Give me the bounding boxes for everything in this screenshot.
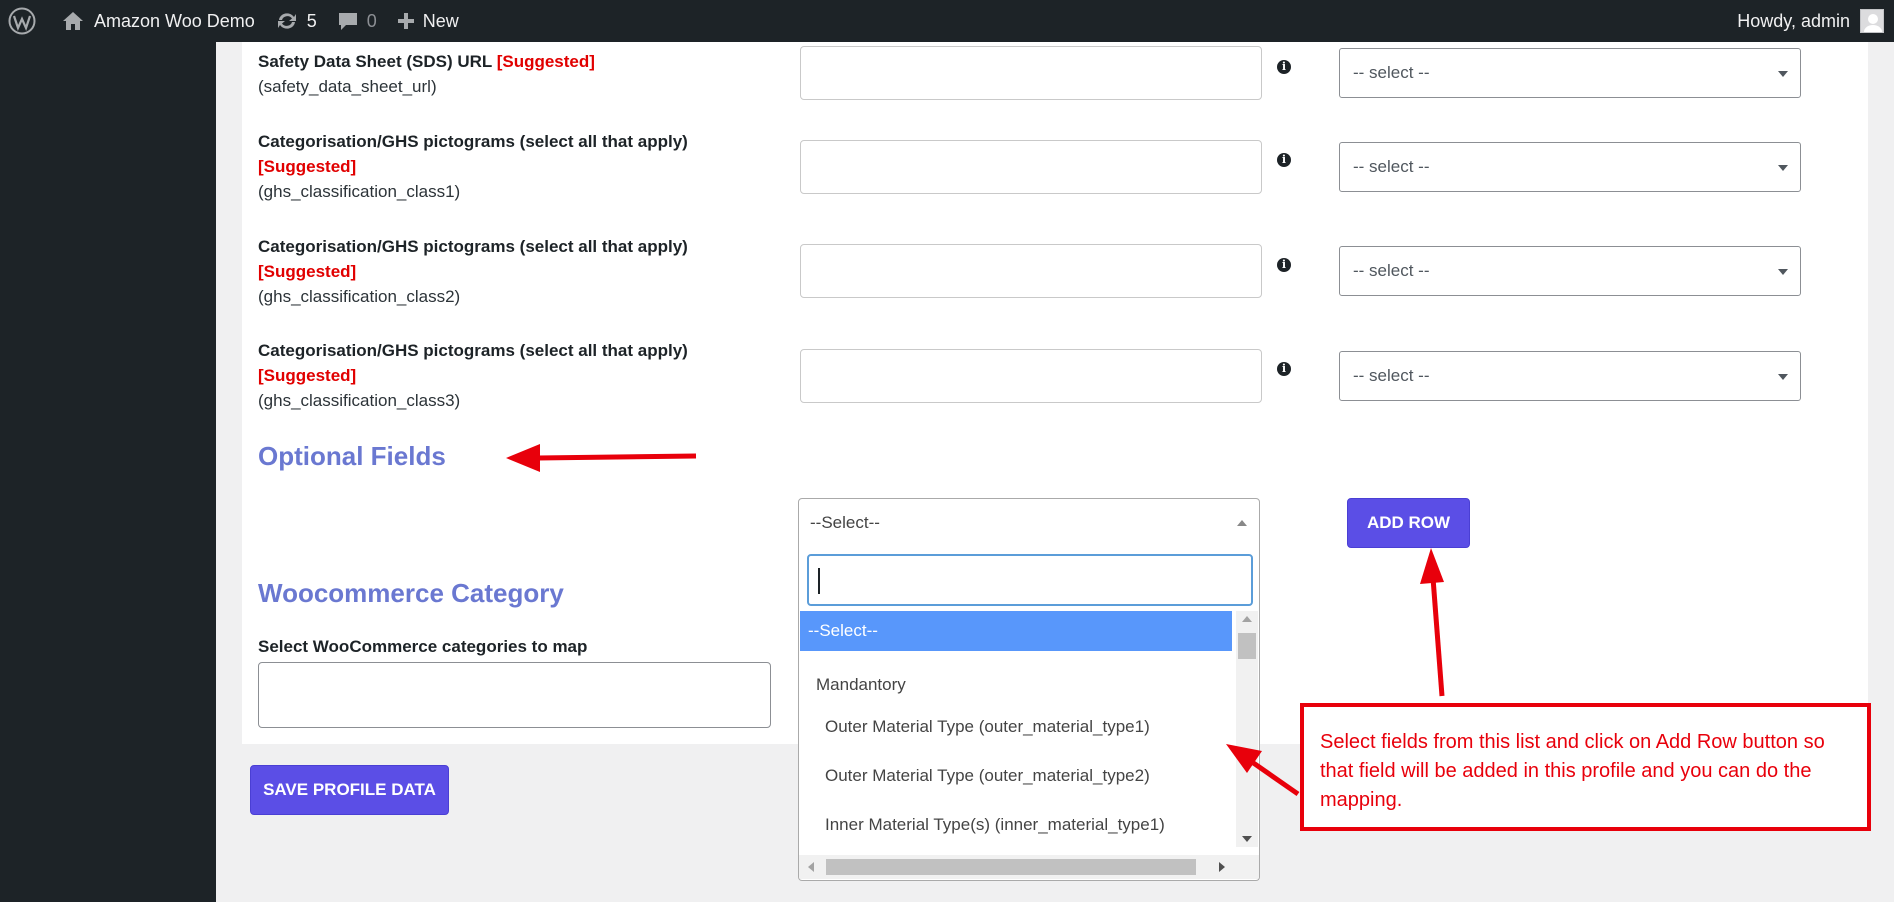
dropdown-search-input[interactable]: [807, 554, 1253, 606]
add-row-button[interactable]: ADD ROW: [1347, 498, 1470, 548]
field-value-input[interactable]: [800, 244, 1262, 298]
field-row: Safety Data Sheet (SDS) URL [Suggested] …: [258, 49, 595, 99]
info-icon[interactable]: i: [1277, 258, 1291, 272]
dropdown-horizontal-scrollbar[interactable]: [799, 855, 1259, 879]
new-label: New: [422, 10, 459, 31]
field-title: Categorisation/GHS pictograms (select al…: [258, 132, 688, 151]
dropdown-options: --Select-- Mandantory Outer Material Typ…: [800, 611, 1232, 849]
scroll-down-icon[interactable]: [1242, 836, 1252, 842]
save-profile-button[interactable]: SAVE PROFILE DATA: [250, 765, 449, 815]
new-content-link[interactable]: New: [387, 0, 469, 42]
info-icon[interactable]: i: [1277, 362, 1291, 376]
updates-count: 5: [306, 10, 317, 31]
avatar: [1860, 9, 1884, 33]
field-row: Categorisation/GHS pictograms (select al…: [258, 338, 688, 413]
optional-fields-heading: Optional Fields: [258, 441, 446, 471]
dropdown-option-selected[interactable]: --Select--: [800, 611, 1232, 651]
field-title: Categorisation/GHS pictograms (select al…: [258, 237, 688, 256]
updates-link[interactable]: 5: [265, 0, 327, 42]
dropdown-vertical-scrollbar[interactable]: [1236, 611, 1258, 847]
info-icon[interactable]: i: [1277, 153, 1291, 167]
site-name: Amazon Woo Demo: [94, 10, 255, 31]
suggested-badge: [Suggested]: [258, 366, 357, 385]
field-key: (safety_data_sheet_url): [258, 77, 437, 96]
field-title: Safety Data Sheet (SDS) URL: [258, 52, 492, 71]
woo-category-input[interactable]: [258, 662, 771, 728]
info-icon[interactable]: i: [1277, 60, 1291, 74]
comment-icon: [338, 13, 357, 30]
my-account[interactable]: Howdy, admin: [1737, 0, 1884, 42]
admin-bar: Amazon Woo Demo 5 0 New Howdy, admin: [0, 0, 1894, 42]
field-mapping-select[interactable]: -- select --: [1339, 48, 1801, 98]
field-key: (ghs_classification_class2): [258, 287, 461, 306]
updates-icon: [277, 13, 296, 29]
woo-category-label: Select WooCommerce categories to map: [258, 637, 588, 656]
wordpress-icon: [8, 7, 36, 35]
optional-field-select[interactable]: --Select--: [798, 498, 1260, 548]
scroll-left-icon[interactable]: [808, 862, 814, 872]
dropdown-group-label: Mandantory: [816, 675, 906, 694]
annotation-note: Select fields from this list and click o…: [1300, 703, 1871, 831]
suggested-badge: [Suggested]: [258, 157, 357, 176]
dropdown-option[interactable]: Outer Material Type (outer_material_type…: [800, 702, 1232, 751]
dropdown-option[interactable]: Inner Material Type(s) (inner_material_t…: [800, 800, 1232, 849]
admin-sidebar: [0, 42, 216, 902]
field-value-input[interactable]: [800, 46, 1262, 100]
field-key: (ghs_classification_class3): [258, 391, 461, 410]
plus-icon: [397, 13, 414, 29]
suggested-badge: [Suggested]: [496, 52, 595, 71]
optional-field-dropdown: --Select-- Mandantory Outer Material Typ…: [798, 547, 1260, 881]
comments-link[interactable]: 0: [327, 0, 387, 42]
field-mapping-select[interactable]: -- select --: [1339, 351, 1801, 401]
scroll-up-icon[interactable]: [1242, 616, 1252, 622]
comments-count: 0: [366, 10, 377, 31]
field-mapping-select[interactable]: -- select --: [1339, 142, 1801, 192]
field-value-input[interactable]: [800, 140, 1262, 194]
field-value-input[interactable]: [800, 349, 1262, 403]
scroll-right-icon[interactable]: [1219, 862, 1225, 872]
field-row: Categorisation/GHS pictograms (select al…: [258, 129, 688, 204]
site-name-link[interactable]: Amazon Woo Demo: [46, 0, 265, 42]
field-mapping-select[interactable]: -- select --: [1339, 246, 1801, 296]
field-key: (ghs_classification_class1): [258, 182, 461, 201]
wordpress-logo-button[interactable]: [0, 0, 46, 42]
howdy-text: Howdy, admin: [1737, 10, 1850, 31]
home-icon: [63, 12, 83, 30]
suggested-badge: [Suggested]: [258, 262, 357, 281]
field-title: Categorisation/GHS pictograms (select al…: [258, 341, 688, 360]
woo-category-heading: Woocommerce Category: [258, 578, 564, 608]
field-row: Categorisation/GHS pictograms (select al…: [258, 234, 688, 309]
dropdown-option[interactable]: Outer Material Type (outer_material_type…: [800, 751, 1232, 800]
